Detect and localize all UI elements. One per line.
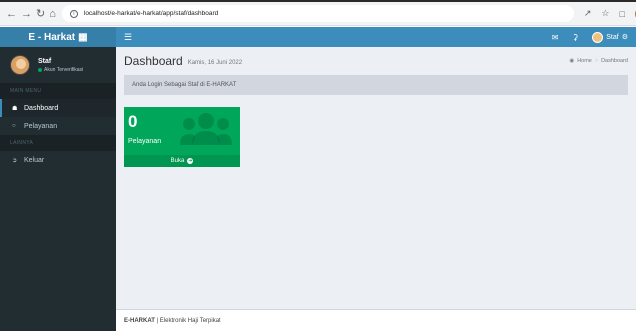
content-header: Dashboard Kamis, 16 Juni 2022 ◉ Home > D… xyxy=(116,47,636,75)
stat-box-open-link[interactable]: Buka ➜ xyxy=(124,155,240,167)
sidebar-item-label: Keluar xyxy=(24,156,45,164)
user-panel: Staf Akun Terverifikasi xyxy=(0,47,116,83)
reload-icon[interactable]: ↻ xyxy=(36,7,45,21)
dashboard-icon: ◉ xyxy=(569,58,575,64)
online-status-icon xyxy=(38,67,42,72)
page-title: Dashboard xyxy=(124,54,183,68)
back-icon[interactable]: ← xyxy=(6,7,17,21)
logo[interactable]: E - Harkat ▦ xyxy=(0,27,116,47)
login-info-callout: Anda Login Sebagai Staf di E-HARKAT xyxy=(124,75,628,95)
sign-out-icon: ➲ xyxy=(12,157,18,164)
site-info-icon[interactable]: i xyxy=(69,9,78,18)
stat-count: 0 xyxy=(128,112,138,131)
sidebar-avatar xyxy=(10,55,30,75)
address-bar[interactable]: i localhost/e-harkat/e-harkat/app/staf/d… xyxy=(61,5,574,22)
stat-box-pelayanan: 0 Pelayanan Buka ➜ xyxy=(124,107,240,167)
home-icon: ☗ xyxy=(12,105,18,112)
content-wrapper: Dashboard Kamis, 16 Juni 2022 ◉ Home > D… xyxy=(116,47,636,309)
share-icon[interactable]: ↗ xyxy=(584,8,592,19)
sidebar-section-main: MAIN MENU xyxy=(0,83,116,99)
tab-search-icon[interactable]: □ xyxy=(620,9,625,19)
stat-label: Pelayanan xyxy=(128,138,162,145)
sidebar-user-name: Staf xyxy=(38,57,52,65)
avatar xyxy=(592,31,604,43)
bookmark-star-icon[interactable]: ☆ xyxy=(601,8,609,19)
footer-brand: E-HARKAT xyxy=(124,317,155,324)
envelope-icon[interactable]: ✉ xyxy=(552,33,559,42)
main-footer: E-HARKAT | Elektronik Haji Terpikat xyxy=(116,309,636,331)
user-status: Akun Terverifikasi xyxy=(38,67,83,73)
sidebar-item-dashboard[interactable]: ☗ Dashboard xyxy=(0,99,116,117)
stat-footer-label: Buka xyxy=(170,158,185,164)
browser-toolbar: ← → ↻ ⌂ i localhost/e-harkat/e-harkat/ap… xyxy=(0,2,636,26)
app-root: E - Harkat ▦ ☰ ✉ ⚳ Staf ⚙ Staf Akun Terv… xyxy=(0,27,636,331)
forward-icon[interactable]: → xyxy=(21,7,32,21)
sidebar-item-label: Dashboard xyxy=(24,104,59,112)
gear-icon: ⚙ xyxy=(621,34,628,41)
main-header: E - Harkat ▦ ☰ ✉ ⚳ Staf ⚙ xyxy=(0,27,636,47)
sidebar-section-other: LAINNYA xyxy=(0,135,116,151)
breadcrumb-current: Dashboard xyxy=(601,58,628,64)
page-date: Kamis, 16 Juni 2022 xyxy=(187,59,243,66)
arrow-circle-right-icon: ➜ xyxy=(187,158,194,164)
footer-text: Elektronik Haji Terpikat xyxy=(159,317,221,324)
users-icon xyxy=(180,113,232,145)
home-icon[interactable]: ⌂ xyxy=(49,7,56,21)
breadcrumb-home[interactable]: Home xyxy=(577,58,592,64)
sidebar-item-keluar[interactable]: ➲ Keluar xyxy=(0,151,116,169)
user-menu[interactable]: Staf ⚙ xyxy=(592,31,628,43)
user-status-text: Akun Terverifikasi xyxy=(44,66,84,73)
sidebar-item-label: Pelayanan xyxy=(24,122,58,130)
sidebar-toggle-icon[interactable]: ☰ xyxy=(124,32,132,43)
user-menu-name: Staf xyxy=(606,33,619,41)
breadcrumb-separator: > xyxy=(594,58,599,64)
circle-icon: ○ xyxy=(12,123,16,129)
book-icon: ▦ xyxy=(78,31,88,43)
sidebar-item-pelayanan[interactable]: ○ Pelayanan xyxy=(0,117,116,135)
bell-icon[interactable]: ⚳ xyxy=(572,33,578,42)
callout-text: Anda Login Sebagai Staf di E-HARKAT xyxy=(132,82,237,88)
url-text: localhost/e-harkat/e-harkat/app/staf/das… xyxy=(83,10,219,17)
logo-text: E - Harkat xyxy=(28,31,76,43)
breadcrumb: ◉ Home > Dashboard xyxy=(569,58,628,64)
sidebar: Staf Akun Terverifikasi MAIN MENU ☗ Dash… xyxy=(0,47,116,331)
